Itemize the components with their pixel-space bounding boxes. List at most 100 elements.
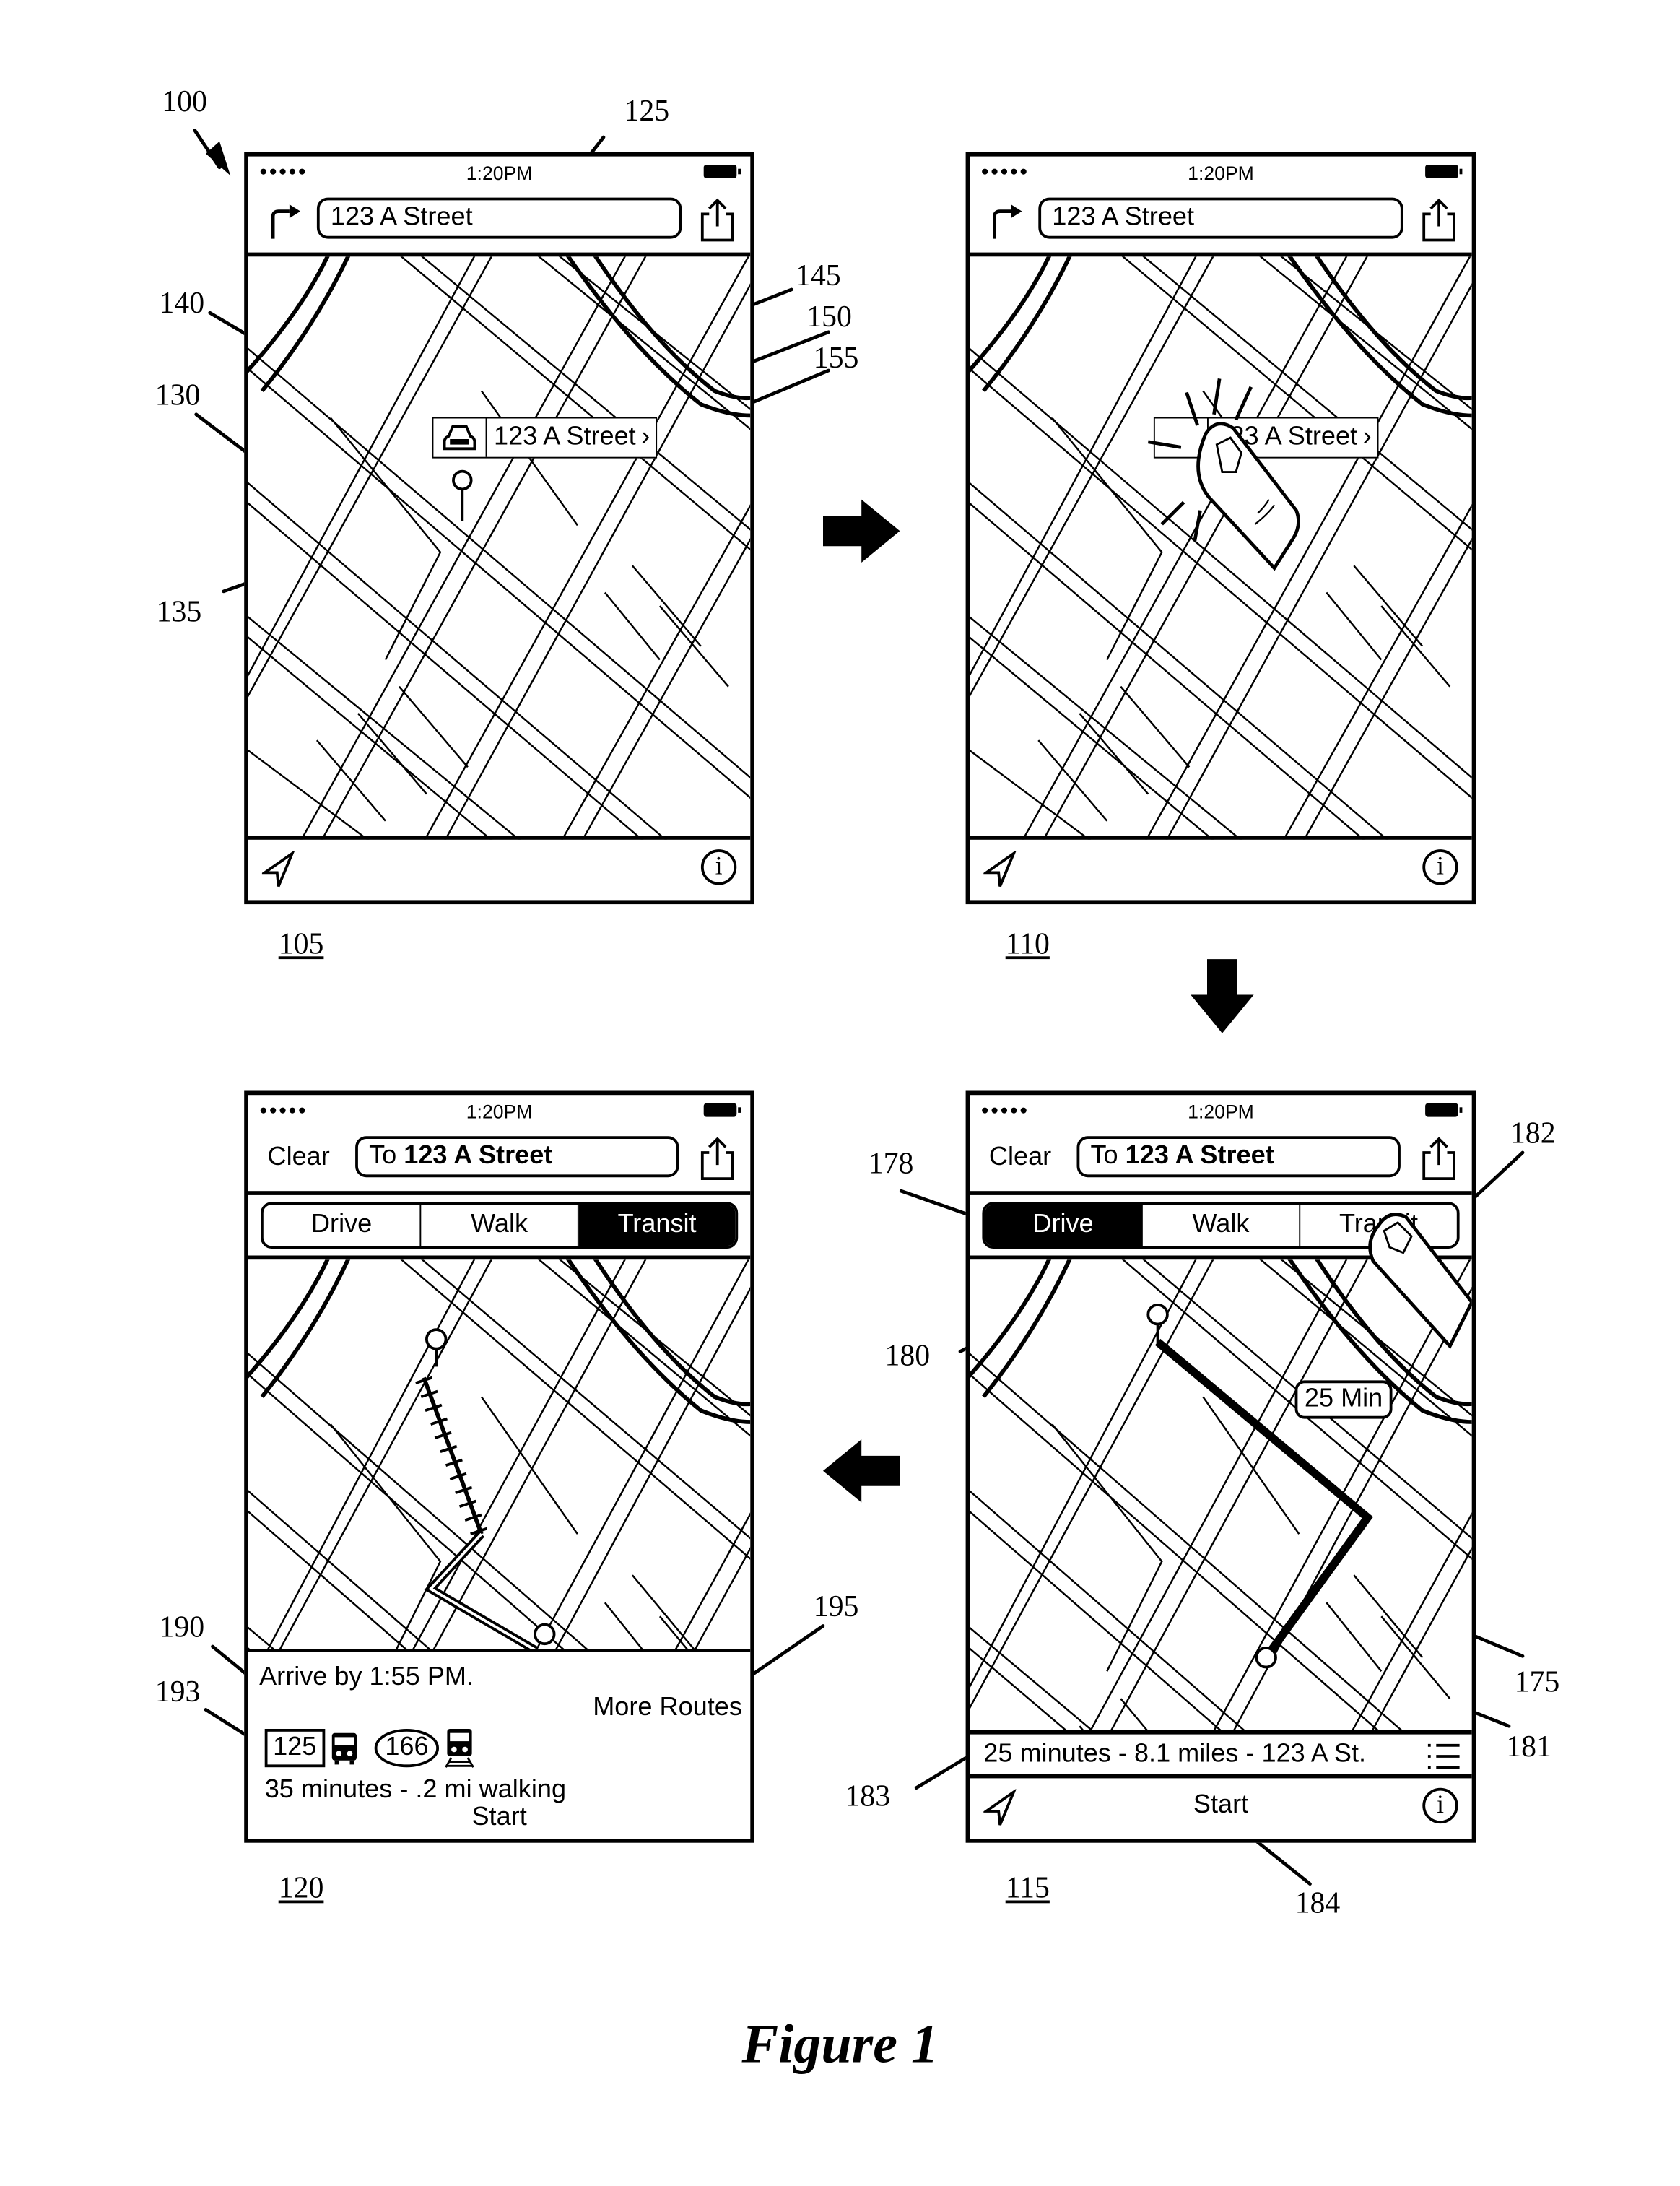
battery-icon bbox=[703, 165, 741, 178]
ref-181: 181 bbox=[1506, 1729, 1551, 1764]
turn-arrow-icon[interactable] bbox=[265, 200, 303, 241]
status-bar: ●●●●● 1:20PM bbox=[970, 1095, 1471, 1125]
chevron-right-icon[interactable]: › bbox=[1363, 422, 1377, 453]
screen-105: ●●●●● 1:20PM 123 A Street 123 A Street ›… bbox=[244, 152, 755, 905]
tab-drive[interactable]: Drive bbox=[264, 1205, 422, 1246]
train-route-badge: 166 bbox=[374, 1729, 440, 1768]
route-time-bubble[interactable]: 25 Min bbox=[1294, 1380, 1393, 1419]
route-summary-text: 25 minutes - 8.1 miles - 123 A St. bbox=[983, 1740, 1367, 1769]
screen-110: ●●●●● 1:20PM 123 A Street 123 A Street ›… bbox=[965, 152, 1476, 905]
battery-icon bbox=[703, 1103, 741, 1117]
destination-field[interactable]: To 123 A Street bbox=[355, 1136, 679, 1178]
destination-name: 123 A Street bbox=[404, 1141, 553, 1171]
ref-193: 193 bbox=[154, 1674, 201, 1709]
bottom-toolbar: i bbox=[248, 836, 751, 900]
start-button[interactable]: Start bbox=[970, 1791, 1471, 1821]
tap-gesture-finger bbox=[1147, 378, 1300, 571]
ref-135: 135 bbox=[156, 594, 202, 629]
ref-100-arrowhead bbox=[206, 141, 231, 176]
start-button[interactable]: Start bbox=[248, 1803, 750, 1834]
ref-110: 110 bbox=[1005, 926, 1050, 960]
chevron-right-icon[interactable]: › bbox=[641, 422, 656, 453]
battery-icon bbox=[1425, 165, 1463, 178]
mode-selector-bar: Drive Walk Transit bbox=[248, 1195, 751, 1260]
status-bar: ●●●●● 1:20PM bbox=[970, 157, 1471, 187]
figure-caption: Figure 1 bbox=[741, 2013, 939, 2075]
tab-walk[interactable]: Walk bbox=[1143, 1205, 1301, 1246]
map-view[interactable] bbox=[248, 256, 750, 839]
ref-120: 120 bbox=[278, 1870, 324, 1905]
info-icon[interactable]: i bbox=[700, 849, 737, 885]
status-bar: ●●●●● 1:20PM bbox=[248, 157, 750, 187]
rail-segment bbox=[422, 1376, 484, 1535]
location-arrow-icon[interactable] bbox=[261, 851, 297, 889]
list-icon[interactable] bbox=[1425, 1741, 1461, 1771]
destination-prefix: To bbox=[1090, 1141, 1126, 1171]
ref-180: 180 bbox=[884, 1337, 931, 1372]
map-view[interactable] bbox=[248, 1259, 750, 1652]
ref-145: 145 bbox=[796, 258, 841, 292]
bottom-toolbar: i bbox=[970, 836, 1472, 900]
ref-140: 140 bbox=[159, 285, 205, 320]
destination-prefix: To bbox=[369, 1141, 404, 1171]
clear-button[interactable]: Clear bbox=[989, 1143, 1051, 1174]
share-icon[interactable] bbox=[698, 196, 736, 243]
more-routes-link[interactable]: More Routes bbox=[593, 1693, 742, 1724]
ref-182: 182 bbox=[1510, 1115, 1556, 1150]
destination-pin bbox=[1255, 1646, 1277, 1669]
share-icon[interactable] bbox=[1420, 196, 1458, 243]
ref-183: 183 bbox=[845, 1778, 891, 1813]
info-icon[interactable]: i bbox=[1422, 1787, 1458, 1824]
transit-route-panel[interactable]: Arrive by 1:55 PM. More Routes 125 166 3… bbox=[248, 1649, 751, 1839]
ref-175: 175 bbox=[1514, 1664, 1560, 1699]
location-callout[interactable]: 123 A Street › bbox=[432, 417, 657, 459]
battery-icon bbox=[1425, 1103, 1463, 1117]
route-summary[interactable]: 25 minutes - 8.1 miles - 123 A St. bbox=[970, 1730, 1472, 1779]
search-bar: 123 A Street bbox=[248, 186, 751, 257]
clock: 1:20PM bbox=[1188, 162, 1254, 184]
ref-130: 130 bbox=[154, 377, 201, 412]
trip-summary: 35 minutes - .2 mi walking bbox=[264, 1775, 567, 1805]
screen-120: ●●●●● 1:20PM Clear To 123 A Street Drive… bbox=[244, 1090, 755, 1843]
arrow-left-icon bbox=[823, 1439, 900, 1503]
pin-icon[interactable] bbox=[451, 469, 473, 524]
destination-pin bbox=[534, 1623, 556, 1646]
bottom-toolbar: Start i bbox=[970, 1774, 1472, 1839]
clear-button[interactable]: Clear bbox=[268, 1143, 330, 1174]
ref-184: 184 bbox=[1294, 1885, 1341, 1920]
ref-178: 178 bbox=[868, 1145, 914, 1180]
bus-route-badge: 125 bbox=[264, 1729, 325, 1768]
ref-115: 115 bbox=[1005, 1870, 1050, 1905]
share-icon[interactable] bbox=[698, 1135, 736, 1181]
ref-195: 195 bbox=[813, 1589, 859, 1623]
street-map bbox=[248, 256, 750, 839]
search-bar: 123 A Street bbox=[970, 186, 1472, 257]
tab-walk[interactable]: Walk bbox=[421, 1205, 579, 1246]
transit-legs: 125 166 bbox=[264, 1727, 475, 1769]
ref-150: 150 bbox=[806, 299, 852, 334]
search-input[interactable]: 123 A Street bbox=[316, 197, 682, 239]
train-icon bbox=[445, 1729, 475, 1768]
turn-arrow-icon[interactable] bbox=[986, 200, 1024, 241]
destination-name: 123 A Street bbox=[1125, 1141, 1274, 1171]
location-arrow-icon[interactable] bbox=[983, 851, 1019, 889]
car-icon[interactable] bbox=[433, 418, 487, 457]
figure-stage: 100 125 140 130 145 150 155 135 105 110 … bbox=[0, 0, 1680, 2186]
street-map bbox=[248, 1259, 750, 1652]
screen-115: ●●●●● 1:20PM Clear To 123 A Street Drive… bbox=[965, 1090, 1476, 1843]
ref-155: 155 bbox=[813, 340, 859, 375]
clock: 1:20PM bbox=[466, 1100, 533, 1123]
ref-190: 190 bbox=[159, 1609, 205, 1644]
callout-address: 123 A Street bbox=[494, 422, 636, 452]
bus-icon bbox=[331, 1732, 357, 1765]
tab-drive[interactable]: Drive bbox=[985, 1205, 1143, 1246]
ref-100: 100 bbox=[162, 83, 207, 118]
directions-bar: Clear To 123 A Street bbox=[248, 1125, 751, 1195]
origin-pin bbox=[1146, 1303, 1169, 1345]
tab-transit[interactable]: Transit bbox=[578, 1205, 736, 1246]
info-icon[interactable]: i bbox=[1422, 849, 1458, 885]
search-input[interactable]: 123 A Street bbox=[1038, 197, 1403, 239]
clock: 1:20PM bbox=[1188, 1100, 1254, 1123]
ref-125: 125 bbox=[624, 93, 670, 128]
arrive-by-text: Arrive by 1:55 PM. bbox=[259, 1662, 474, 1692]
